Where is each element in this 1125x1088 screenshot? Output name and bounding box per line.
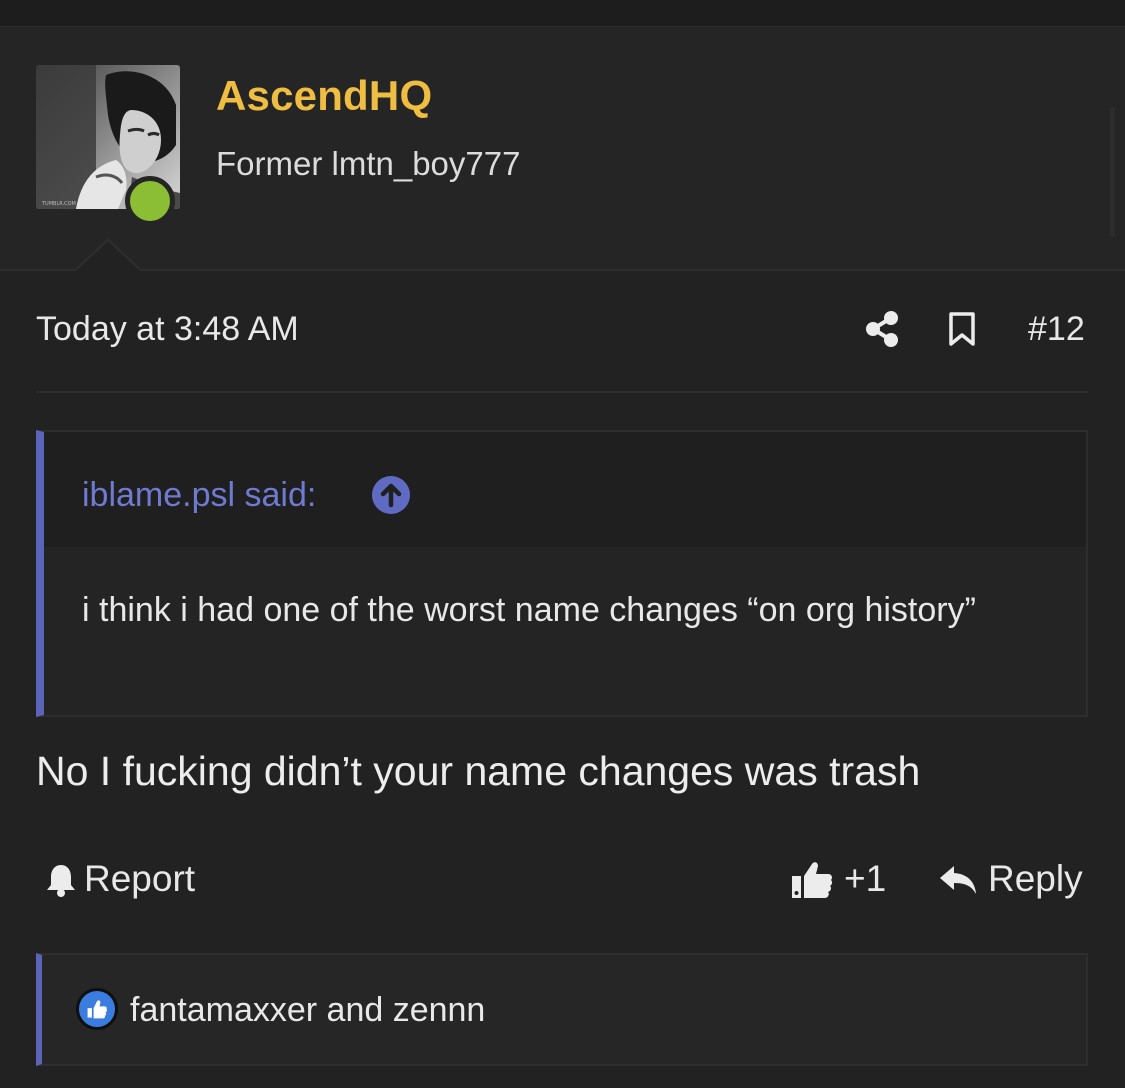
reply-button[interactable]: Reply xyxy=(988,858,1083,900)
post-message: No I fucking didn’t your name changes wa… xyxy=(36,748,921,794)
post-number[interactable]: #12 xyxy=(1028,310,1085,349)
quote-block: iblame.psl said: i think i had one of th… xyxy=(36,430,1088,717)
arrow-up-circle-icon[interactable] xyxy=(372,476,410,514)
user-title: Former lmtn_boy777 xyxy=(216,145,521,182)
reply-icon[interactable] xyxy=(938,864,978,896)
header-caret xyxy=(74,238,142,271)
like-reaction-icon xyxy=(76,988,118,1030)
quote-text: i think i had one of the worst name chan… xyxy=(82,591,976,629)
report-button[interactable]: Report xyxy=(84,858,195,900)
like-count[interactable]: +1 xyxy=(844,858,886,900)
quote-author[interactable]: iblame.psl said: xyxy=(82,476,316,515)
scrollbar[interactable] xyxy=(1110,107,1115,237)
post-timestamp[interactable]: Today at 3:48 AM xyxy=(36,310,299,349)
thumbs-up-icon[interactable] xyxy=(790,858,834,900)
reactions-bar[interactable]: fantamaxxer and zennn xyxy=(36,953,1088,1066)
bell-icon[interactable] xyxy=(44,862,78,898)
reaction-users[interactable]: fantamaxxer and zennn xyxy=(130,991,485,1030)
bookmark-icon[interactable] xyxy=(948,311,976,347)
username[interactable]: AscendHQ xyxy=(216,72,432,120)
share-icon[interactable] xyxy=(864,310,900,348)
online-status-indicator xyxy=(125,176,175,226)
svg-text:TUMBLR.COM: TUMBLR.COM xyxy=(41,201,76,207)
top-edge xyxy=(0,0,1125,27)
quote-header: iblame.psl said: xyxy=(44,432,1086,547)
divider xyxy=(36,391,1088,393)
